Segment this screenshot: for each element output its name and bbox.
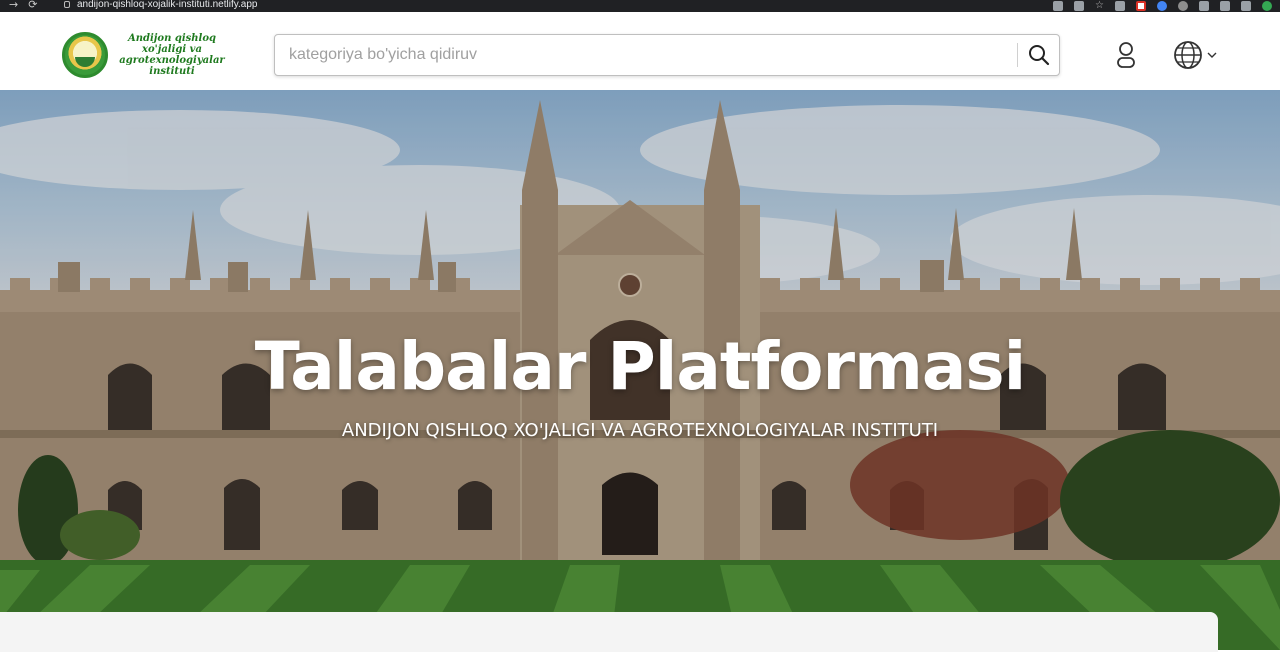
extension-blue-icon[interactable] xyxy=(1199,1,1209,11)
bookmark-star-icon[interactable]: ☆ xyxy=(1095,1,1104,11)
profile-avatar-icon[interactable] xyxy=(1262,1,1272,11)
browser-top-bar: →⟳ andijon-qishloq-xojalik-instituti.net… xyxy=(0,0,1280,12)
search-bar xyxy=(274,34,1060,76)
browser-extensions: ☆ xyxy=(1053,0,1280,12)
user-icon xyxy=(1117,42,1135,68)
site-logo[interactable]: Andijon qishloq xo'jaligi va agrotexnolo… xyxy=(62,32,232,78)
search-icon xyxy=(1029,45,1050,66)
share-icon[interactable] xyxy=(1074,1,1085,11)
user-account-button[interactable] xyxy=(1112,40,1140,70)
browser-nav-arrows-icon[interactable]: →⟳ xyxy=(9,0,47,11)
chevron-down-icon xyxy=(1207,52,1217,58)
search-divider xyxy=(1017,43,1018,67)
lock-icon xyxy=(64,1,70,8)
search-button[interactable] xyxy=(1025,41,1053,69)
extensions-puzzle-icon[interactable] xyxy=(1220,1,1230,11)
institute-emblem-icon xyxy=(62,32,108,78)
browser-url[interactable]: andijon-qishloq-xojalik-instituti.netlif… xyxy=(77,0,257,11)
extension-circle-icon[interactable] xyxy=(1178,1,1188,11)
search-input[interactable] xyxy=(275,35,1015,75)
language-selector[interactable] xyxy=(1172,39,1222,71)
hero-subtitle: ANDIJON QISHLOQ XO'JALIGI VA AGROTEXNOLO… xyxy=(341,420,939,441)
sidebar-icon[interactable] xyxy=(1241,1,1251,11)
logo-text: Andijon qishloq xo'jaligi va agrotexnolo… xyxy=(119,33,225,77)
translate-icon[interactable] xyxy=(1053,1,1064,11)
cast-icon[interactable] xyxy=(1115,1,1125,11)
content-card xyxy=(0,612,1218,652)
site-header: Andijon qishloq xo'jaligi va agrotexnolo… xyxy=(0,20,1280,90)
hero-banner: Talabalar Platformasi ANDIJON QISHLOQ XO… xyxy=(0,90,1280,650)
globe-icon xyxy=(1174,41,1202,69)
extension-red-icon[interactable] xyxy=(1136,1,1146,11)
hero-title: Talabalar Platformasi xyxy=(254,328,1027,405)
extension-react-icon[interactable] xyxy=(1157,1,1167,11)
